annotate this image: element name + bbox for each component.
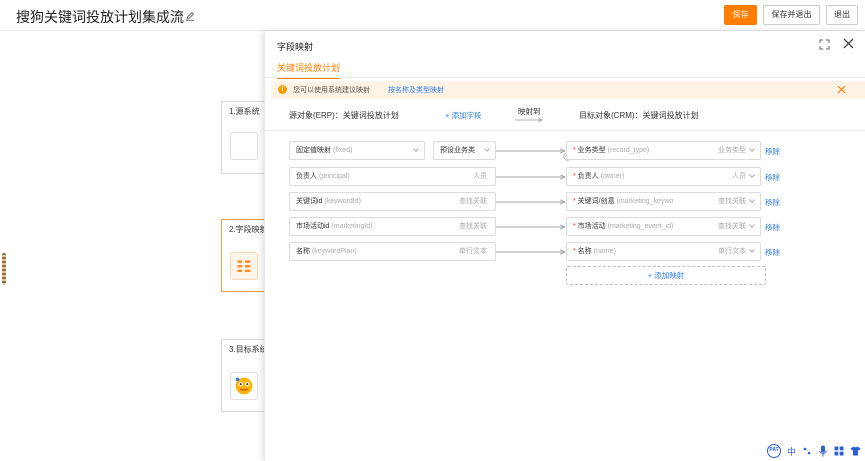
mapping-arrow-icon xyxy=(496,224,566,230)
field-api: (marketing_event_id) xyxy=(607,223,674,230)
node-icon-placeholder xyxy=(230,132,258,160)
source-field-select[interactable]: 名称 (keywordPlan) 单行文本 xyxy=(289,242,496,261)
ime-language-toggle[interactable]: 中 xyxy=(787,445,796,458)
target-system-logo-icon xyxy=(230,372,258,400)
field-label: 负责人 xyxy=(296,173,317,180)
source-field-select[interactable]: 负责人 (principal) 人员 xyxy=(289,167,496,186)
mapping-arrow-icon xyxy=(496,249,566,255)
field-type-hint: 查找关联 xyxy=(459,223,487,230)
punctuation-icon[interactable] xyxy=(802,446,812,456)
save-button[interactable]: 保存 xyxy=(724,5,757,25)
fixed-value-select[interactable]: 固定值映射 (fixed) xyxy=(289,141,425,160)
mapping-icon xyxy=(230,252,258,280)
add-mapping-button[interactable]: + 添加映射 xyxy=(566,266,766,285)
field-type-hint: 人员 xyxy=(473,173,487,180)
info-icon: ! xyxy=(278,85,287,94)
field-label: 业务类型 xyxy=(577,147,606,154)
source-field-select[interactable]: 关键词id (keywordId) 查找关联 xyxy=(289,192,496,211)
chevron-down-icon xyxy=(749,174,755,178)
field-api: (owner) xyxy=(600,173,625,180)
field-label: 市场活动id xyxy=(296,223,330,230)
drag-handle[interactable] xyxy=(2,253,6,285)
remove-button[interactable]: 移除 xyxy=(765,146,780,157)
field-type-hint: 查找关联 xyxy=(718,198,746,205)
page-title: 搜狗关键词投放计划集成流 xyxy=(16,9,184,25)
edit-icon[interactable] xyxy=(185,11,195,21)
target-field-select[interactable]: * 业务类型 (record_type) 业务类型 xyxy=(566,141,761,160)
field-type-hint: 单行文本 xyxy=(459,248,487,255)
field-type-hint: 人员 xyxy=(732,173,746,180)
close-icon[interactable] xyxy=(842,37,855,50)
suggestion-notice: ! 您可以使用系统建议映射 按名称及类型映射 xyxy=(271,81,865,99)
field-label: 固定值映射 xyxy=(296,147,331,154)
shirt-icon[interactable] xyxy=(850,446,861,456)
mapping-arrow-icon xyxy=(496,199,566,205)
chevron-down-icon xyxy=(749,224,755,228)
field-type-hint: 业务类型 xyxy=(718,147,746,154)
save-and-exit-button[interactable]: 保存并退出 xyxy=(763,5,820,25)
field-api: (fixed) xyxy=(332,147,353,154)
chevron-down-icon xyxy=(749,249,755,253)
remove-button[interactable]: 移除 xyxy=(765,222,780,233)
remove-button[interactable]: 移除 xyxy=(765,247,780,258)
mapping-arrow-icon xyxy=(496,148,566,154)
target-field-select[interactable]: * 关键词/创意 (marketing_keywo 查找关联 xyxy=(566,192,761,211)
mapping-arrow-icon xyxy=(496,174,566,180)
field-api: (keywordPlan) xyxy=(311,248,357,255)
expand-icon[interactable] xyxy=(819,39,830,50)
preset-business-type-select[interactable]: 预设业务类 xyxy=(433,141,496,160)
field-api: (marketingId) xyxy=(331,223,373,230)
map-by-name-type-link[interactable]: 按名称及类型映射 xyxy=(388,85,444,95)
ime-toolbar: PAT 中 xyxy=(763,442,863,460)
map-to-label: 映射到 xyxy=(518,107,541,116)
field-api: (name) xyxy=(593,248,616,255)
field-label: 关键词id xyxy=(296,198,323,205)
close-icon[interactable] xyxy=(836,84,847,95)
ime-badge[interactable]: PAT xyxy=(767,444,781,458)
target-field-select[interactable]: * 市场活动 (marketing_event_id) 查找关联 xyxy=(566,217,761,236)
microphone-icon[interactable] xyxy=(818,445,828,457)
apps-icon[interactable] xyxy=(834,446,844,456)
source-object-title: 源对象(ERP)：关键词投放计划 xyxy=(289,111,399,120)
field-type-hint: 单行文本 xyxy=(718,248,746,255)
field-label: 市场活动 xyxy=(577,223,606,230)
target-object-title: 目标对象(CRM)：关键词投放计划 xyxy=(579,111,699,120)
field-type-hint: 查找关联 xyxy=(718,223,746,230)
field-label: 名称 xyxy=(296,248,310,255)
divider xyxy=(265,130,865,131)
target-field-select[interactable]: * 名称 (name) 单行文本 xyxy=(566,242,761,261)
target-field-select[interactable]: * 负责人 (owner) 人员 xyxy=(566,167,761,186)
field-mapping-panel: 字段映射 关键词投放计划 ! 您可以使用系统建议映射 按名称及类型映射 源对象(… xyxy=(264,31,865,461)
exit-button[interactable]: 退出 xyxy=(826,5,858,25)
field-label: 预设业务类 xyxy=(440,147,475,154)
tab-divider xyxy=(265,77,865,78)
field-api: (principal) xyxy=(318,173,350,180)
add-field-button[interactable]: + 添加字段 xyxy=(445,110,481,121)
source-field-select[interactable]: 市场活动id (marketingId) 查找关联 xyxy=(289,217,496,236)
arrow-icon xyxy=(515,117,543,123)
field-api: (marketing_keywo xyxy=(616,198,674,205)
field-label: 名称 xyxy=(577,248,592,255)
notice-text: 您可以使用系统建议映射 xyxy=(293,87,370,94)
field-label: 关键词/创意 xyxy=(577,198,615,205)
field-api: (record_type) xyxy=(607,147,650,154)
field-label: 负责人 xyxy=(577,173,599,180)
remove-button[interactable]: 移除 xyxy=(765,172,780,183)
remove-button[interactable]: 移除 xyxy=(765,197,780,208)
field-api: (keywordId) xyxy=(324,198,361,205)
chevron-down-icon xyxy=(749,199,755,203)
chevron-down-icon xyxy=(484,148,490,152)
field-type-hint: 查找关联 xyxy=(459,198,487,205)
chevron-down-icon xyxy=(749,148,755,152)
panel-title: 字段映射 xyxy=(277,42,314,52)
chevron-down-icon xyxy=(413,148,419,152)
top-bar: 搜狗关键词投放计划集成流 保存 保存并退出 退出 xyxy=(0,0,865,31)
